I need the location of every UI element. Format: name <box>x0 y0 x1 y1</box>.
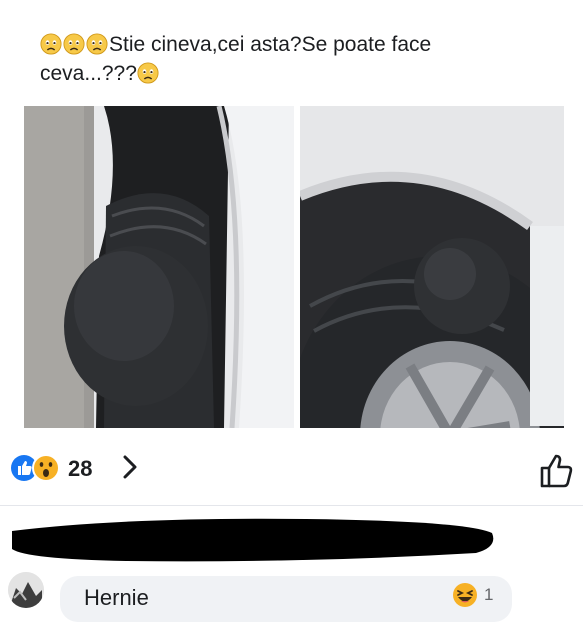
comment-text: Hernie <box>84 585 149 610</box>
haha-icon <box>453 583 477 607</box>
photo-tire-left[interactable] <box>24 106 294 428</box>
comment-bubble[interactable]: Hernie <box>60 576 512 622</box>
comment-reaction-count: 1 <box>484 585 494 604</box>
reaction-icons[interactable] <box>10 454 66 482</box>
photo-grid <box>24 106 564 428</box>
worried-face-icon <box>137 62 159 84</box>
reactions-bar: 28 <box>0 440 583 500</box>
post-text-line2: ceva...??? <box>40 62 137 85</box>
avatar[interactable] <box>8 572 44 608</box>
post-text-line1: Stie cineva,cei asta?Se poate face <box>109 33 432 56</box>
post-text: Stie cineva,cei asta?Se poate face ceva.… <box>40 30 560 88</box>
reaction-count[interactable]: 28 <box>68 456 92 482</box>
divider <box>0 505 583 506</box>
chevron-right-icon[interactable] <box>118 452 142 482</box>
like-button-icon[interactable] <box>538 450 576 490</box>
worried-face-icon <box>40 33 62 55</box>
comment-reaction[interactable]: 1 <box>452 582 512 608</box>
post-card: Stie cineva,cei asta?Se poate face ceva.… <box>0 0 583 622</box>
worried-face-icon <box>86 33 108 55</box>
wow-icon <box>32 454 60 482</box>
photo-tire-right[interactable] <box>300 106 564 428</box>
worried-face-icon <box>63 33 85 55</box>
redacted-author-name <box>12 518 494 562</box>
